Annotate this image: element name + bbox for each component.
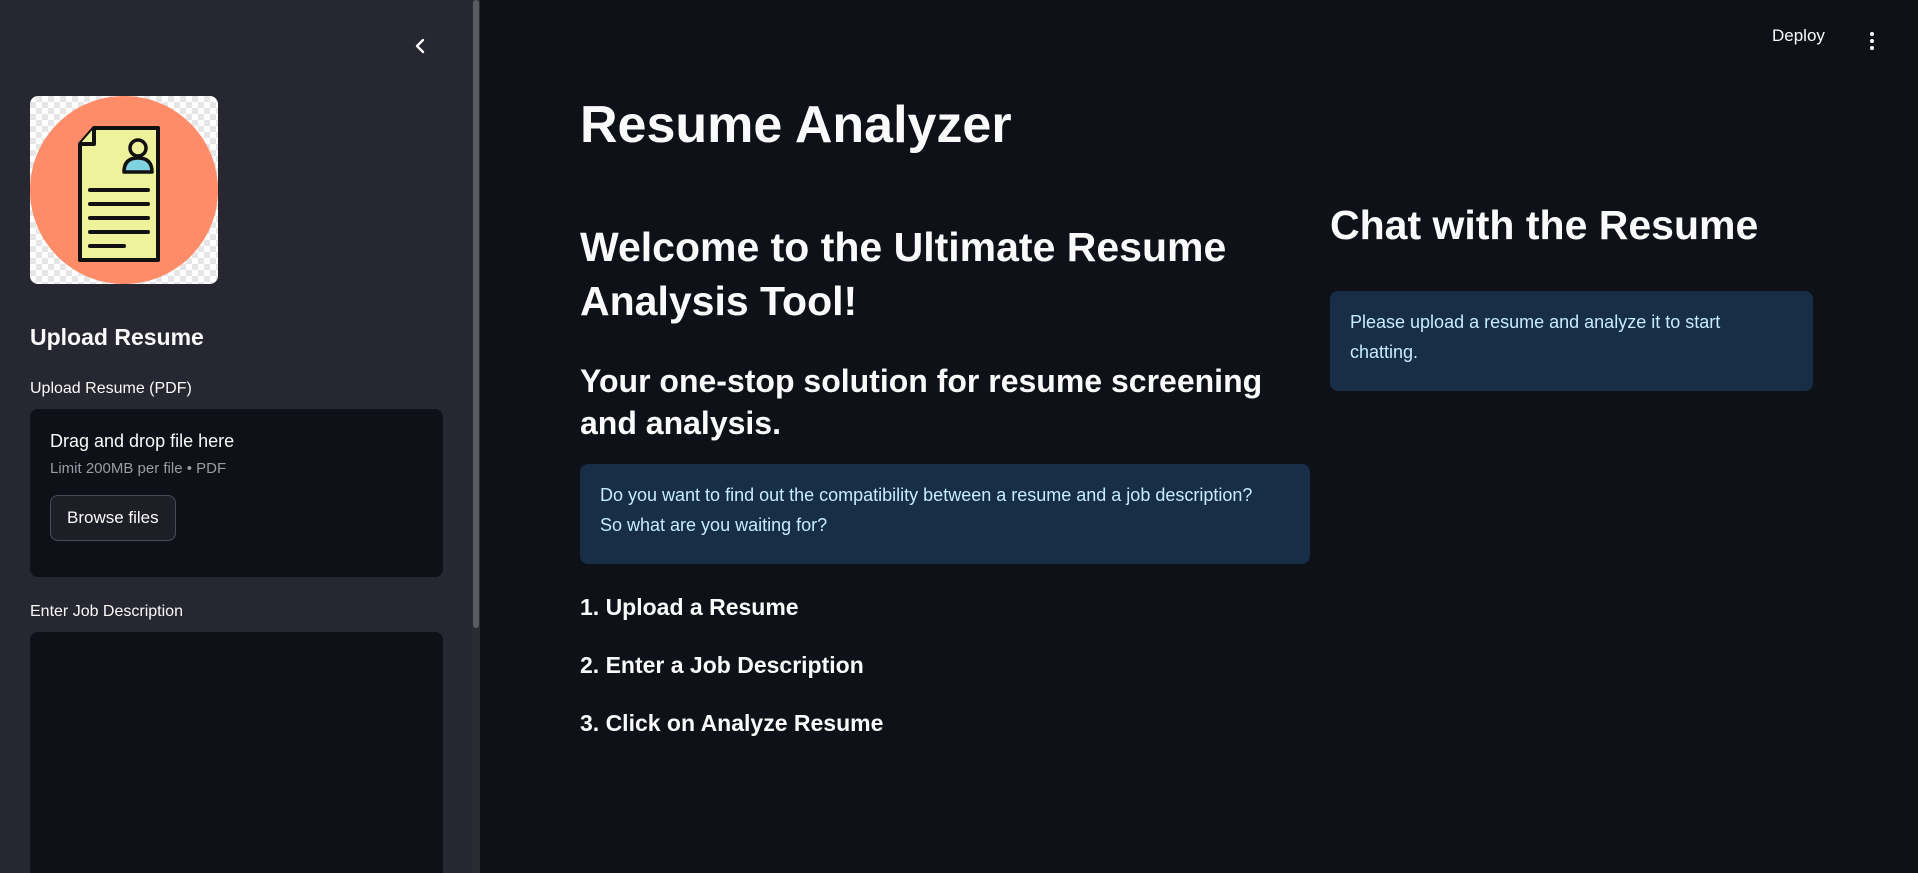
upload-label: Upload Resume (PDF) (30, 380, 192, 397)
info-alert-line: Do you want to find out the compatibilit… (600, 485, 1253, 505)
chat-info-alert: Please upload a resume and analyze it to… (1330, 291, 1813, 391)
sidebar-scrollbar[interactable] (472, 0, 480, 873)
sidebar: Upload Resume Upload Resume (PDF) Drag a… (0, 0, 472, 873)
welcome-heading: Welcome to the Ultimate Resume Analysis … (580, 224, 1227, 324)
chat-info-line: chatting. (1350, 342, 1419, 362)
job-description-label: Enter Job Description (30, 603, 183, 620)
subheading: Your one-stop solution for resume screen… (580, 363, 1263, 441)
info-alert: Do you want to find out the compatibilit… (580, 464, 1310, 564)
upload-heading: Upload Resume (30, 324, 204, 350)
kebab-dot (1870, 46, 1874, 50)
collapse-sidebar-button[interactable] (404, 30, 436, 62)
chevron-left-icon (415, 38, 425, 54)
deploy-button[interactable]: Deploy (1772, 26, 1825, 46)
step-item: 2. Enter a Job Description (580, 652, 864, 678)
resume-document-icon (30, 96, 218, 284)
job-description-input[interactable] (30, 632, 443, 873)
resume-logo (30, 96, 218, 284)
sidebar-scroll-thumb[interactable] (473, 0, 479, 628)
file-dropzone[interactable]: Drag and drop file here Limit 200MB per … (30, 409, 443, 577)
dropzone-limit: Limit 200MB per file • PDF (50, 460, 227, 477)
kebab-dot (1870, 39, 1874, 43)
step-item: 3. Click on Analyze Resume (580, 710, 884, 736)
kebab-dot (1870, 32, 1874, 36)
info-alert-line: So what are you waiting for? (600, 515, 828, 535)
dropzone-title: Drag and drop file here (50, 431, 235, 451)
page-title: Resume Analyzer (580, 96, 1012, 154)
chat-heading: Chat with the Resume (1330, 202, 1759, 248)
kebab-menu-icon[interactable] (1862, 28, 1882, 54)
step-item: 1. Upload a Resume (580, 594, 799, 620)
browse-files-button[interactable]: Browse files (50, 495, 176, 541)
chat-info-line: Please upload a resume and analyze it to… (1350, 312, 1721, 332)
